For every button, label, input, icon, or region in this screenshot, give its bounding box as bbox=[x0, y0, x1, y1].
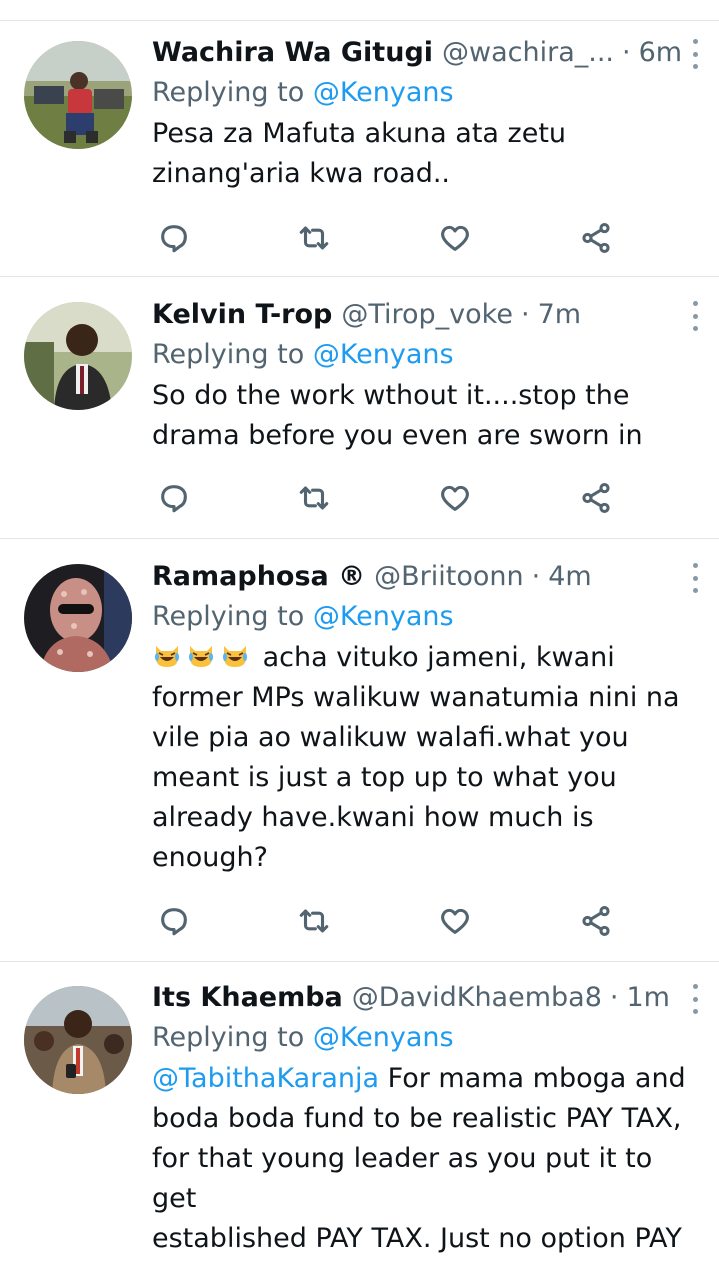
tweet-text-line: established PAY TAX. Just no option PAY bbox=[152, 1223, 682, 1254]
avatar[interactable] bbox=[24, 986, 132, 1094]
avatar[interactable] bbox=[24, 41, 132, 149]
separator-dot: · bbox=[531, 561, 541, 592]
tweet-text-line: TAX bbox=[152, 1259, 699, 1267]
retweet-icon[interactable] bbox=[294, 478, 334, 518]
separator-dot: · bbox=[609, 982, 619, 1013]
avatar[interactable] bbox=[24, 302, 132, 410]
tweet-header: Wachira Wa Gitugi @wachira_... · 6m bbox=[152, 33, 699, 73]
share-icon[interactable] bbox=[576, 218, 616, 258]
body-mention[interactable]: @TabithaKaranja bbox=[152, 1063, 379, 1094]
grinning-cat-tears-emoji bbox=[189, 646, 213, 667]
reply-icon[interactable] bbox=[154, 478, 194, 518]
tweet-3[interactable]: Ramaphosa ® @Briitoonn · 4m Replying to … bbox=[0, 539, 719, 962]
tweet-content: Wachira Wa Gitugi @wachira_... · 6m Repl… bbox=[152, 33, 699, 194]
replying-prefix: Replying to bbox=[152, 1022, 305, 1053]
tweet-1[interactable]: Wachira Wa Gitugi @wachira_... · 6m Repl… bbox=[0, 21, 719, 277]
avatar-image bbox=[24, 302, 132, 410]
replying-to-mention[interactable]: @Kenyans bbox=[313, 1022, 454, 1053]
display-name[interactable]: Its Khaemba bbox=[152, 978, 343, 1018]
more-options-icon[interactable] bbox=[685, 39, 705, 69]
tweet-text: So do the work wthout it....stop the dra… bbox=[152, 376, 699, 456]
timestamp[interactable]: 6m bbox=[639, 33, 682, 73]
display-name[interactable]: Kelvin T-rop bbox=[152, 295, 332, 335]
user-handle[interactable]: @DavidKhaemba8 bbox=[352, 978, 602, 1018]
reply-icon[interactable] bbox=[154, 218, 194, 258]
tweet-header: Its Khaemba @DavidKhaemba8 · 1m bbox=[152, 978, 699, 1018]
more-options-icon[interactable] bbox=[685, 563, 705, 593]
display-name[interactable]: Ramaphosa ® bbox=[152, 557, 365, 597]
replying-to-mention[interactable]: @Kenyans bbox=[313, 339, 454, 370]
grinning-cat-tears-emoji bbox=[223, 646, 247, 667]
like-icon[interactable] bbox=[435, 218, 475, 258]
tweet-actions bbox=[152, 218, 622, 258]
tweet-actions bbox=[152, 901, 622, 941]
display-name[interactable]: Wachira Wa Gitugi bbox=[152, 33, 433, 73]
tweet-text-line: Pesa za Mafuta akuna ata zetu bbox=[152, 118, 567, 149]
tweet-text-line: vile pia ao walikuw walafi.what you bbox=[152, 722, 629, 753]
replying-to: Replying to @Kenyans bbox=[152, 73, 699, 113]
tweet-text-line: @TabithaKaranja For mama mboga and bbox=[152, 1059, 699, 1099]
timestamp[interactable]: 4m bbox=[548, 557, 591, 597]
tweet-actions bbox=[152, 478, 622, 518]
tweet-content: Ramaphosa ® @Briitoonn · 4m Replying to … bbox=[152, 557, 699, 878]
replying-prefix: Replying to bbox=[152, 601, 305, 632]
timestamp[interactable]: 1m bbox=[626, 978, 669, 1018]
tweet-content: Kelvin T-rop @Tirop_voke · 7m Replying t… bbox=[152, 295, 699, 456]
separator-dot: · bbox=[622, 37, 631, 68]
reply-icon[interactable] bbox=[154, 901, 194, 941]
separator-dot: · bbox=[520, 299, 530, 330]
replying-to: Replying to @Kenyans bbox=[152, 597, 699, 637]
replying-prefix: Replying to bbox=[152, 339, 305, 370]
user-handle[interactable]: @wachira_... bbox=[442, 33, 614, 73]
tweet-text-line: zinang'aria kwa road.. bbox=[152, 158, 451, 189]
like-icon[interactable] bbox=[435, 901, 475, 941]
tweet-header: Kelvin T-rop @Tirop_voke · 7m bbox=[152, 295, 699, 335]
tweet-text-line: So do the work wthout it....stop the bbox=[152, 380, 630, 411]
tweet-text-line: drama before you even are sworn in bbox=[152, 420, 643, 451]
tweet-replies-feed: Wachira Wa Gitugi @wachira_... · 6m Repl… bbox=[0, 0, 719, 1267]
share-icon[interactable] bbox=[576, 478, 616, 518]
replying-to: Replying to @Kenyans bbox=[152, 335, 699, 375]
replying-to-mention[interactable]: @Kenyans bbox=[313, 601, 454, 632]
tweet-text-line: meant is just a top up to what you bbox=[152, 762, 617, 793]
tweet-2[interactable]: Kelvin T-rop @Tirop_voke · 7m Replying t… bbox=[0, 277, 719, 539]
tweet-text-line: for that young leader as you put it to g… bbox=[152, 1143, 653, 1214]
tweet-content: Its Khaemba @DavidKhaemba8 · 1m Replying… bbox=[152, 978, 699, 1267]
avatar-image bbox=[24, 41, 132, 149]
tweet-text-line: acha vituko jameni, kwani bbox=[152, 638, 699, 678]
user-handle[interactable]: @Briitoonn bbox=[374, 557, 523, 597]
more-options-icon[interactable] bbox=[685, 984, 705, 1014]
user-handle[interactable]: @Tirop_voke bbox=[341, 295, 513, 335]
tweet-text-segment: For mama mboga and bbox=[379, 1063, 686, 1094]
tweet-text-line: boda boda fund to be realistic PAY TAX, bbox=[152, 1103, 682, 1134]
tweet-text-line: acha vituko jameni, kwani bbox=[262, 642, 615, 673]
grinning-cat-tears-emoji bbox=[155, 646, 179, 667]
avatar[interactable] bbox=[24, 564, 132, 672]
retweet-icon[interactable] bbox=[294, 218, 334, 258]
avatar-image bbox=[24, 986, 132, 1094]
tweet-text-line: former MPs walikuw wanatumia nini na bbox=[152, 682, 680, 713]
avatar-image bbox=[24, 564, 132, 672]
timestamp[interactable]: 7m bbox=[538, 295, 581, 335]
replying-to-mention[interactable]: @Kenyans bbox=[313, 77, 454, 108]
share-icon[interactable] bbox=[576, 901, 616, 941]
tweet-text-line: enough? bbox=[152, 842, 268, 873]
replying-prefix: Replying to bbox=[152, 77, 305, 108]
tweet-header: Ramaphosa ® @Briitoonn · 4m bbox=[152, 557, 699, 597]
replying-to: Replying to @Kenyans bbox=[152, 1018, 699, 1058]
like-icon[interactable] bbox=[435, 478, 475, 518]
retweet-icon[interactable] bbox=[294, 901, 334, 941]
tweet-text: @TabithaKaranja For mama mboga and boda … bbox=[152, 1059, 699, 1267]
tweet-text: acha vituko jameni, kwani former MPs wal… bbox=[152, 638, 699, 878]
tweet-text-line: already have.kwani how much is bbox=[152, 802, 594, 833]
more-options-icon[interactable] bbox=[685, 301, 705, 331]
tweet-4[interactable]: Its Khaemba @DavidKhaemba8 · 1m Replying… bbox=[0, 962, 719, 1267]
tweet-text: Pesa za Mafuta akuna ata zetu zinang'ari… bbox=[152, 114, 699, 194]
